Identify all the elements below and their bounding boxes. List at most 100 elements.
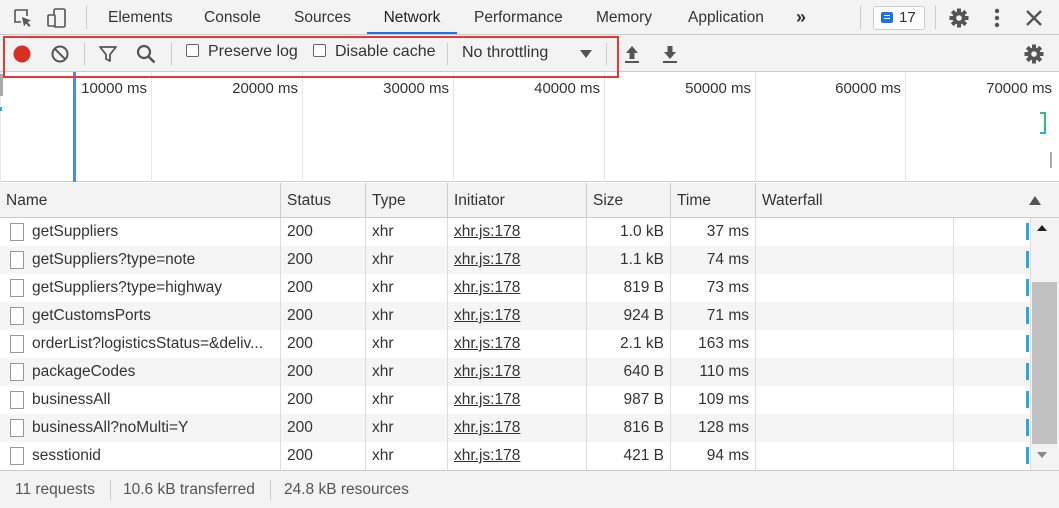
column-header-initiator[interactable]: Initiator — [448, 183, 587, 218]
table-row[interactable]: sesstionid 200 xhr xhr.js:178 421 B 94 m… — [0, 442, 1030, 470]
request-time: 128 ms — [671, 414, 756, 442]
import-har-icon[interactable] — [622, 43, 642, 65]
tab-memory[interactable]: Memory — [596, 0, 652, 34]
column-header-time[interactable]: Time — [671, 183, 756, 218]
overview-gridline — [755, 72, 756, 182]
disable-cache-box[interactable] — [313, 44, 326, 57]
request-name[interactable]: getSuppliers?type=note — [0, 246, 281, 274]
request-name[interactable]: getSuppliers — [0, 218, 281, 246]
issues-count: 17 — [899, 9, 916, 26]
preserve-log-label: Preserve log — [208, 43, 298, 60]
close-devtools-icon[interactable] — [1023, 7, 1045, 29]
tab-divider — [86, 6, 87, 29]
table-row[interactable]: packageCodes 200 xhr xhr.js:178 640 B 11… — [0, 358, 1030, 386]
scroll-up-arrow-icon[interactable] — [1037, 225, 1047, 231]
request-name[interactable]: businessAll?noMulti=Y — [0, 414, 281, 442]
waterfall-bar — [1026, 447, 1029, 464]
initiator-link[interactable]: xhr.js:178 — [454, 419, 520, 436]
initiator-link[interactable]: xhr.js:178 — [454, 447, 520, 464]
table-row[interactable]: getSuppliers?type=note 200 xhr xhr.js:17… — [0, 246, 1030, 274]
request-time: 37 ms — [671, 218, 756, 246]
clear-icon[interactable] — [49, 43, 71, 65]
tab-elements[interactable]: Elements — [108, 0, 173, 34]
more-tabs-button[interactable]: » — [796, 0, 806, 34]
sort-ascending-icon[interactable] — [1029, 196, 1041, 205]
request-initiator-cell: xhr.js:178 — [448, 358, 587, 386]
device-toolbar-icon[interactable] — [46, 7, 68, 29]
table-row[interactable]: businessAll 200 xhr xhr.js:178 987 B 109… — [0, 386, 1030, 414]
waterfall-cell — [954, 330, 1030, 358]
preserve-log-checkbox[interactable]: Preserve log — [186, 43, 298, 65]
request-name[interactable]: sesstionid — [0, 442, 281, 470]
summary-divider — [270, 480, 271, 500]
request-size: 816 B — [587, 414, 671, 442]
initiator-link[interactable]: xhr.js:178 — [454, 363, 520, 380]
initiator-link[interactable]: xhr.js:178 — [454, 335, 520, 352]
table-row[interactable]: businessAll?noMulti=Y 200 xhr xhr.js:178… — [0, 414, 1030, 442]
settings-gear-icon[interactable] — [948, 7, 970, 29]
initiator-link[interactable]: xhr.js:178 — [454, 251, 520, 268]
overview-tick-label: 20000 ms — [232, 80, 298, 97]
column-header-waterfall[interactable]: Waterfall — [756, 183, 1059, 218]
request-name[interactable]: businessAll — [0, 386, 281, 414]
tab-console[interactable]: Console — [204, 0, 261, 34]
network-settings-gear-icon[interactable] — [1023, 43, 1045, 65]
request-initiator-cell: xhr.js:178 — [448, 330, 587, 358]
overview-gridline — [604, 72, 605, 182]
preserve-log-box[interactable] — [186, 44, 199, 57]
request-status: 200 — [281, 386, 366, 414]
table-row[interactable]: getSuppliers 200 xhr xhr.js:178 1.0 kB 3… — [0, 218, 1030, 246]
overview-gridline — [453, 72, 454, 182]
column-header-status[interactable]: Status — [281, 183, 366, 218]
throttling-select[interactable]: No throttling — [462, 44, 548, 62]
network-toolbar: Preserve log Disable cache No throttling — [0, 35, 1059, 78]
initiator-link[interactable]: xhr.js:178 — [454, 307, 520, 324]
request-name[interactable]: getSuppliers?type=highway — [0, 274, 281, 302]
search-icon[interactable] — [135, 43, 157, 65]
waterfall-cell — [756, 246, 954, 274]
waterfall-bar — [1026, 307, 1029, 324]
request-type: xhr — [366, 442, 448, 470]
tab-network[interactable]: Network — [367, 0, 457, 34]
more-options-icon[interactable] — [986, 7, 1008, 29]
tab-sources[interactable]: Sources — [294, 0, 351, 34]
overview-tick-label: 30000 ms — [383, 80, 449, 97]
table-row[interactable]: getSuppliers?type=highway 200 xhr xhr.js… — [0, 274, 1030, 302]
initiator-link[interactable]: xhr.js:178 — [454, 391, 520, 408]
filter-icon[interactable] — [97, 43, 119, 65]
request-name[interactable]: packageCodes — [0, 358, 281, 386]
column-header-size[interactable]: Size — [587, 183, 671, 218]
tab-performance[interactable]: Performance — [474, 0, 563, 34]
inspect-element-icon[interactable] — [12, 7, 34, 29]
scrollbar-thumb[interactable] — [1032, 282, 1057, 444]
table-row[interactable]: orderList?logisticsStatus=&deliv... 200 … — [0, 330, 1030, 358]
request-type: xhr — [366, 246, 448, 274]
disable-cache-checkbox[interactable]: Disable cache — [313, 43, 436, 65]
waterfall-cell — [756, 442, 954, 470]
record-icon[interactable] — [11, 43, 33, 65]
initiator-link[interactable]: xhr.js:178 — [454, 279, 520, 296]
table-row[interactable]: getCustomsPorts 200 xhr xhr.js:178 924 B… — [0, 302, 1030, 330]
request-status: 200 — [281, 358, 366, 386]
issues-badge[interactable]: 17 — [873, 6, 925, 30]
request-time: 71 ms — [671, 302, 756, 330]
request-name[interactable]: orderList?logisticsStatus=&deliv... — [0, 330, 281, 358]
export-har-icon[interactable] — [660, 43, 680, 65]
waterfall-cell — [756, 330, 954, 358]
request-type: xhr — [366, 274, 448, 302]
waterfall-cell — [954, 302, 1030, 330]
overview-load-marker — [73, 72, 76, 182]
tab-application[interactable]: Application — [688, 0, 764, 34]
request-name[interactable]: getCustomsPorts — [0, 302, 281, 330]
overview-tick-label: 50000 ms — [685, 80, 751, 97]
scroll-down-arrow-icon[interactable] — [1037, 452, 1047, 458]
waterfall-cell — [756, 414, 954, 442]
initiator-link[interactable]: xhr.js:178 — [454, 223, 520, 240]
request-initiator-cell: xhr.js:178 — [448, 218, 587, 246]
column-header-name[interactable]: Name — [0, 183, 281, 218]
column-header-type[interactable]: Type — [366, 183, 448, 218]
request-initiator-cell: xhr.js:178 — [448, 274, 587, 302]
overview-gridline — [302, 72, 303, 182]
network-overview-timeline[interactable]: 10000 ms 20000 ms 30000 ms 40000 ms 5000… — [0, 72, 1059, 182]
chevron-down-icon[interactable] — [580, 50, 592, 58]
